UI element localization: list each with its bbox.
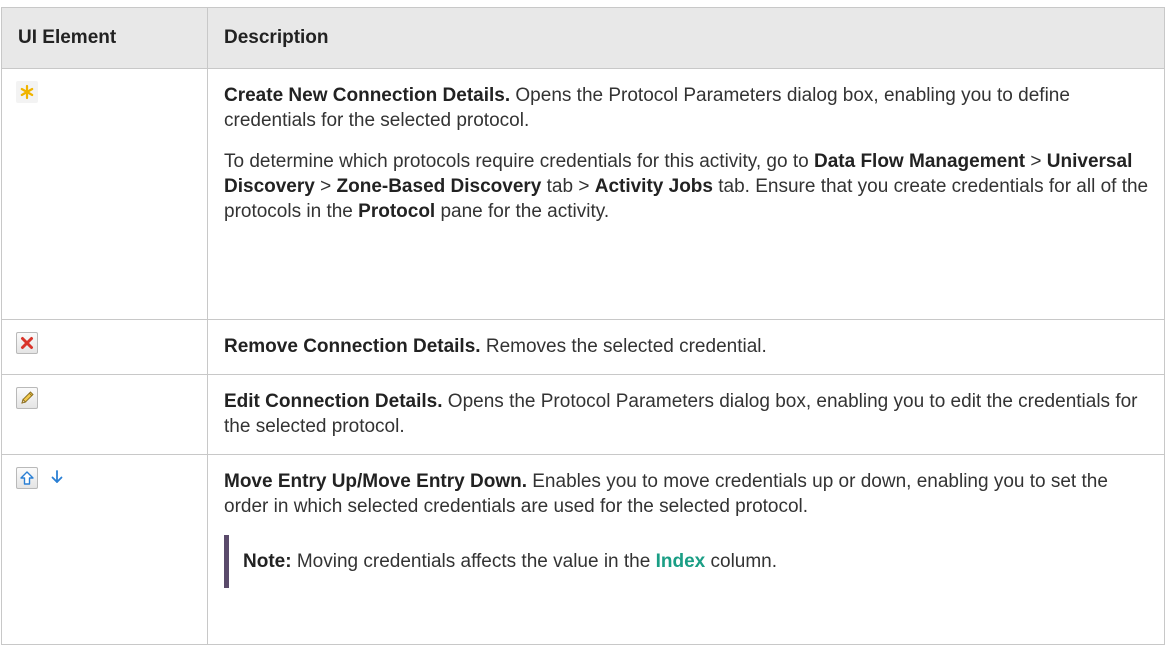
para-text: > xyxy=(1025,151,1047,172)
create-description: Create New Connection Details. Opens the… xyxy=(224,83,1150,133)
note-label: Note: xyxy=(243,551,292,572)
move-title: Move Entry Up/Move Entry Down. xyxy=(224,471,527,492)
note-callout: Note: Moving credentials affects the val… xyxy=(224,535,1150,588)
para-text: pane for the activity. xyxy=(435,201,610,222)
move-up-icon[interactable] xyxy=(16,467,38,489)
index-link[interactable]: Index xyxy=(656,551,706,572)
icon-cell xyxy=(1,374,208,455)
icon-cell xyxy=(1,68,208,320)
para-text: tab > xyxy=(541,176,595,197)
header-description: Description xyxy=(207,7,1165,69)
description-cell: Edit Connection Details. Opens the Proto… xyxy=(207,374,1165,455)
para-bold: Data Flow Management xyxy=(813,151,1026,172)
icon-cell xyxy=(1,319,208,375)
description-cell: Move Entry Up/Move Entry Down. Enables y… xyxy=(207,454,1165,645)
table-header-row: UI Element Description xyxy=(1,7,1165,69)
para-text: To determine which protocols require cre… xyxy=(224,151,814,172)
ui-elements-table: UI Element Description Create New Connec… xyxy=(1,7,1165,645)
table-row: Move Entry Up/Move Entry Down. Enables y… xyxy=(1,454,1165,645)
remove-title: Remove Connection Details. xyxy=(224,336,481,357)
table-row: Remove Connection Details. Removes the s… xyxy=(1,319,1165,375)
para-text: > xyxy=(314,176,337,197)
remove-x-icon[interactable] xyxy=(16,332,38,354)
table-row: Create New Connection Details. Opens the… xyxy=(1,68,1165,320)
pencil-edit-icon[interactable] xyxy=(16,387,38,409)
create-title: Create New Connection Details. xyxy=(224,85,511,106)
para-bold: Protocol xyxy=(358,201,436,222)
move-description: Move Entry Up/Move Entry Down. Enables y… xyxy=(224,469,1150,519)
para-bold: Activity Jobs xyxy=(594,176,713,197)
remove-description: Remove Connection Details. Removes the s… xyxy=(224,334,1150,359)
description-cell: Create New Connection Details. Opens the… xyxy=(207,68,1165,320)
move-down-icon[interactable] xyxy=(47,467,69,489)
create-paragraph-2: To determine which protocols require cre… xyxy=(224,149,1150,224)
description-cell: Remove Connection Details. Removes the s… xyxy=(207,319,1165,375)
icon-cell xyxy=(1,454,208,645)
note-text: Moving credentials affects the value in … xyxy=(291,551,656,572)
star-new-icon[interactable] xyxy=(16,81,38,103)
header-ui-element: UI Element xyxy=(1,7,208,69)
note-text-end: column. xyxy=(705,551,778,572)
edit-title: Edit Connection Details. xyxy=(224,391,443,412)
remove-text: Removes the selected credential. xyxy=(480,336,767,357)
table-row: Edit Connection Details. Opens the Proto… xyxy=(1,374,1165,455)
para-bold: Zone-Based Discovery xyxy=(336,176,542,197)
edit-description: Edit Connection Details. Opens the Proto… xyxy=(224,389,1150,439)
